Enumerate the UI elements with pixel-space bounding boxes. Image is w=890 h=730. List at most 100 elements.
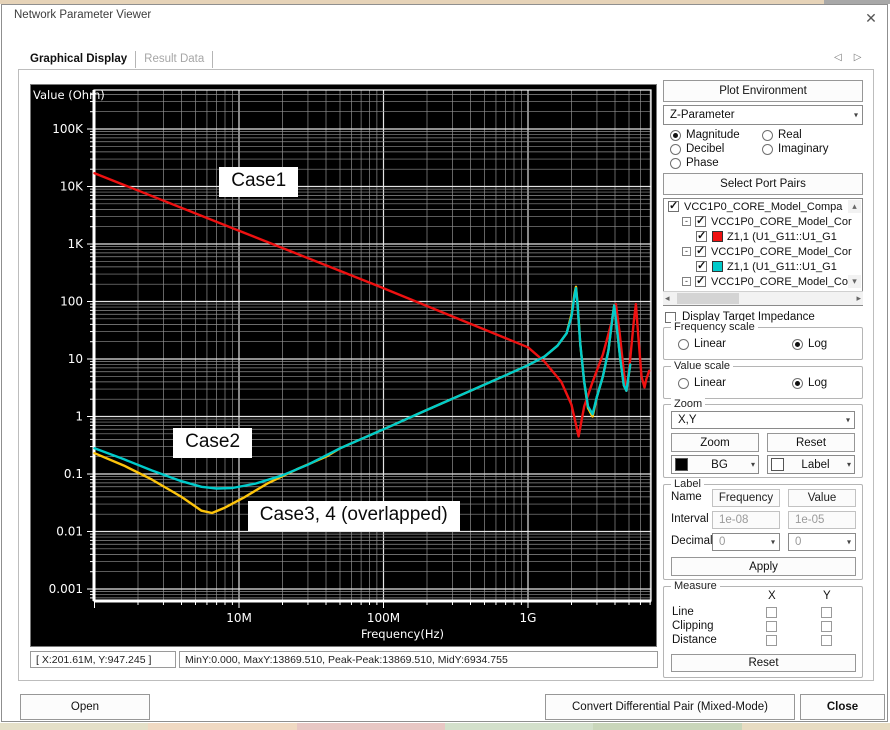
decimal-frequency-value: 0 (719, 536, 725, 548)
measure-clipping-y-checkbox[interactable] (821, 621, 832, 632)
zoom-button[interactable]: Zoom (671, 433, 759, 452)
label-apply-button[interactable]: Apply (671, 557, 856, 576)
tab-result-data[interactable]: Result Data (136, 51, 213, 68)
window-title: Network Parameter Viewer (14, 9, 151, 21)
radio-imaginary[interactable]: Imaginary (762, 143, 829, 155)
measure-distance-y-checkbox[interactable] (821, 635, 832, 646)
tree-scrollbar-thumb[interactable] (677, 293, 739, 304)
label-name-frequency-field[interactable]: Frequency (712, 489, 780, 507)
tree-item[interactable]: - VCC1P0_CORE_Model_Cor (664, 244, 862, 259)
radio-phase[interactable]: Phase (670, 157, 719, 169)
tree-expander-icon[interactable]: - (682, 277, 691, 286)
tree-item[interactable]: Z1,1 (U1_G11::U1_G1 (664, 229, 862, 244)
chevron-down-icon: ▾ (847, 460, 851, 469)
tree-expander-icon[interactable]: - (682, 247, 691, 256)
tab-scroll-left-icon[interactable]: ◁ (834, 52, 842, 63)
svg-text:0.01: 0.01 (56, 525, 83, 539)
frequency-scale-linear[interactable]: Linear (678, 338, 726, 350)
svg-text:Value (Ohm): Value (Ohm) (33, 88, 105, 102)
parameter-select[interactable]: Z-Parameter ▾ (663, 105, 863, 125)
frequency-scale-legend: Frequency scale (671, 321, 758, 333)
interval-value-input[interactable]: 1e-05 (788, 511, 856, 529)
svg-text:1K: 1K (67, 237, 84, 251)
svg-text:10K: 10K (60, 180, 84, 194)
measure-reset-button[interactable]: Reset (671, 654, 856, 672)
plot-environment-button[interactable]: Plot Environment (663, 80, 863, 102)
value-scale-legend: Value scale (671, 360, 733, 372)
radio-imaginary-icon (762, 144, 773, 155)
convert-differential-pair-button[interactable]: Convert Differential Pair (Mixed-Mode) (545, 694, 795, 720)
tree-checkbox[interactable] (695, 276, 706, 287)
chart-annotation: Case2 (173, 428, 252, 458)
chart-annotation: Case1 (219, 167, 298, 197)
radio-real-icon (762, 130, 773, 141)
svg-text:10M: 10M (226, 611, 252, 625)
tree-checkbox[interactable] (696, 261, 707, 272)
port-pair-tree[interactable]: VCC1P0_CORE_Model_Compa - VCC1P0_CORE_Mode… (663, 198, 863, 306)
cursor-position-status: [ X:201.61M, Y:947.245 ] (30, 651, 176, 668)
measure-line-y-checkbox[interactable] (821, 607, 832, 618)
frequency-scale-log[interactable]: Log (792, 338, 827, 350)
bg-color-select[interactable]: BG ▾ (671, 455, 759, 474)
tree-horizontal-scrollbar[interactable]: ◂ ▸ (663, 291, 863, 305)
parameter-select-value: Z-Parameter (670, 109, 735, 121)
measure-col-y: Y (823, 590, 831, 602)
value-linear-label: Linear (694, 377, 726, 389)
radio-decibel-label: Decibel (686, 143, 724, 155)
radio-decibel[interactable]: Decibel (670, 143, 724, 155)
tree-checkbox[interactable] (668, 201, 679, 212)
value-scale-linear[interactable]: Linear (678, 377, 726, 389)
measure-clipping-x-checkbox[interactable] (766, 621, 777, 632)
radio-icon (792, 339, 803, 350)
radio-icon (678, 339, 689, 350)
tree-item[interactable]: VCC1P0_CORE_Model_Compa (664, 199, 862, 214)
radio-magnitude-icon (670, 130, 681, 141)
select-port-pairs-button[interactable]: Select Port Pairs (663, 173, 863, 195)
tree-checkbox[interactable] (696, 231, 707, 242)
interval-frequency-input[interactable]: 1e-08 (712, 511, 780, 529)
measure-col-x: X (768, 590, 776, 602)
measure-row-clipping-label: Clipping (672, 620, 714, 632)
tree-item[interactable]: Z1,1 (U1_G11::U1_G1 (664, 259, 862, 274)
tab-scroll-right-icon[interactable]: ▷ (854, 52, 862, 63)
curve-stats-status: MinY:0.000, MaxY:13869.510, Peak-Peak:13… (179, 651, 658, 668)
zoom-mode-select[interactable]: X,Y ▾ (671, 411, 855, 429)
tree-scroll-left-icon[interactable]: ◂ (665, 292, 670, 305)
tree-item[interactable]: - VCC1P0_CORE_Model_Cor (664, 274, 862, 289)
label-name-value-field[interactable]: Value (788, 489, 856, 507)
svg-text:Frequency(Hz): Frequency(Hz) (361, 627, 444, 641)
measure-distance-x-checkbox[interactable] (766, 635, 777, 646)
open-button[interactable]: Open (20, 694, 150, 720)
impedance-plot[interactable]: 100K10K1K1001010.10.010.00110M100M1GValu… (30, 84, 657, 647)
tree-item[interactable]: -VCC1P0_CORE_Model_Cor (664, 214, 862, 229)
tree-checkbox[interactable] (695, 246, 706, 257)
radio-imaginary-label: Imaginary (778, 143, 829, 155)
label-color-label: Label (784, 459, 847, 471)
radio-real-label: Real (778, 129, 802, 141)
tab-graphical-display[interactable]: Graphical Display (22, 51, 136, 68)
tree-item-label: VCC1P0_CORE_Model_Cor (711, 276, 852, 288)
tree-item-label: VCC1P0_CORE_Model_Cor (711, 246, 852, 258)
label-group-legend: Label (671, 478, 704, 490)
radio-magnitude[interactable]: Magnitude (670, 129, 740, 141)
tree-scroll-right-icon[interactable]: ▸ (856, 292, 861, 305)
radio-real[interactable]: Real (762, 129, 802, 141)
decimal-frequency-select[interactable]: 0 ▾ (712, 533, 780, 551)
svg-text:100K: 100K (52, 122, 84, 136)
close-button[interactable]: Close (800, 694, 885, 720)
tree-expander-icon[interactable]: - (682, 217, 691, 226)
value-scale-log[interactable]: Log (792, 377, 827, 389)
radio-icon (792, 378, 803, 389)
decimal-value-select[interactable]: 0 ▾ (788, 533, 856, 551)
tree-checkbox[interactable] (695, 216, 706, 227)
zoom-legend: Zoom (671, 398, 705, 410)
measure-line-x-checkbox[interactable] (766, 607, 777, 618)
zoom-reset-button[interactable]: Reset (767, 433, 855, 452)
label-color-select[interactable]: Label ▾ (767, 455, 855, 474)
window-close-button[interactable]: ✕ (860, 8, 882, 28)
tree-color-swatch (712, 231, 723, 242)
tree-scroll-up-icon[interactable]: ▴ (848, 200, 861, 213)
label-name-caption: Name (671, 491, 702, 503)
frequency-linear-label: Linear (694, 338, 726, 350)
tree-scroll-down-icon[interactable]: ▾ (848, 275, 861, 288)
